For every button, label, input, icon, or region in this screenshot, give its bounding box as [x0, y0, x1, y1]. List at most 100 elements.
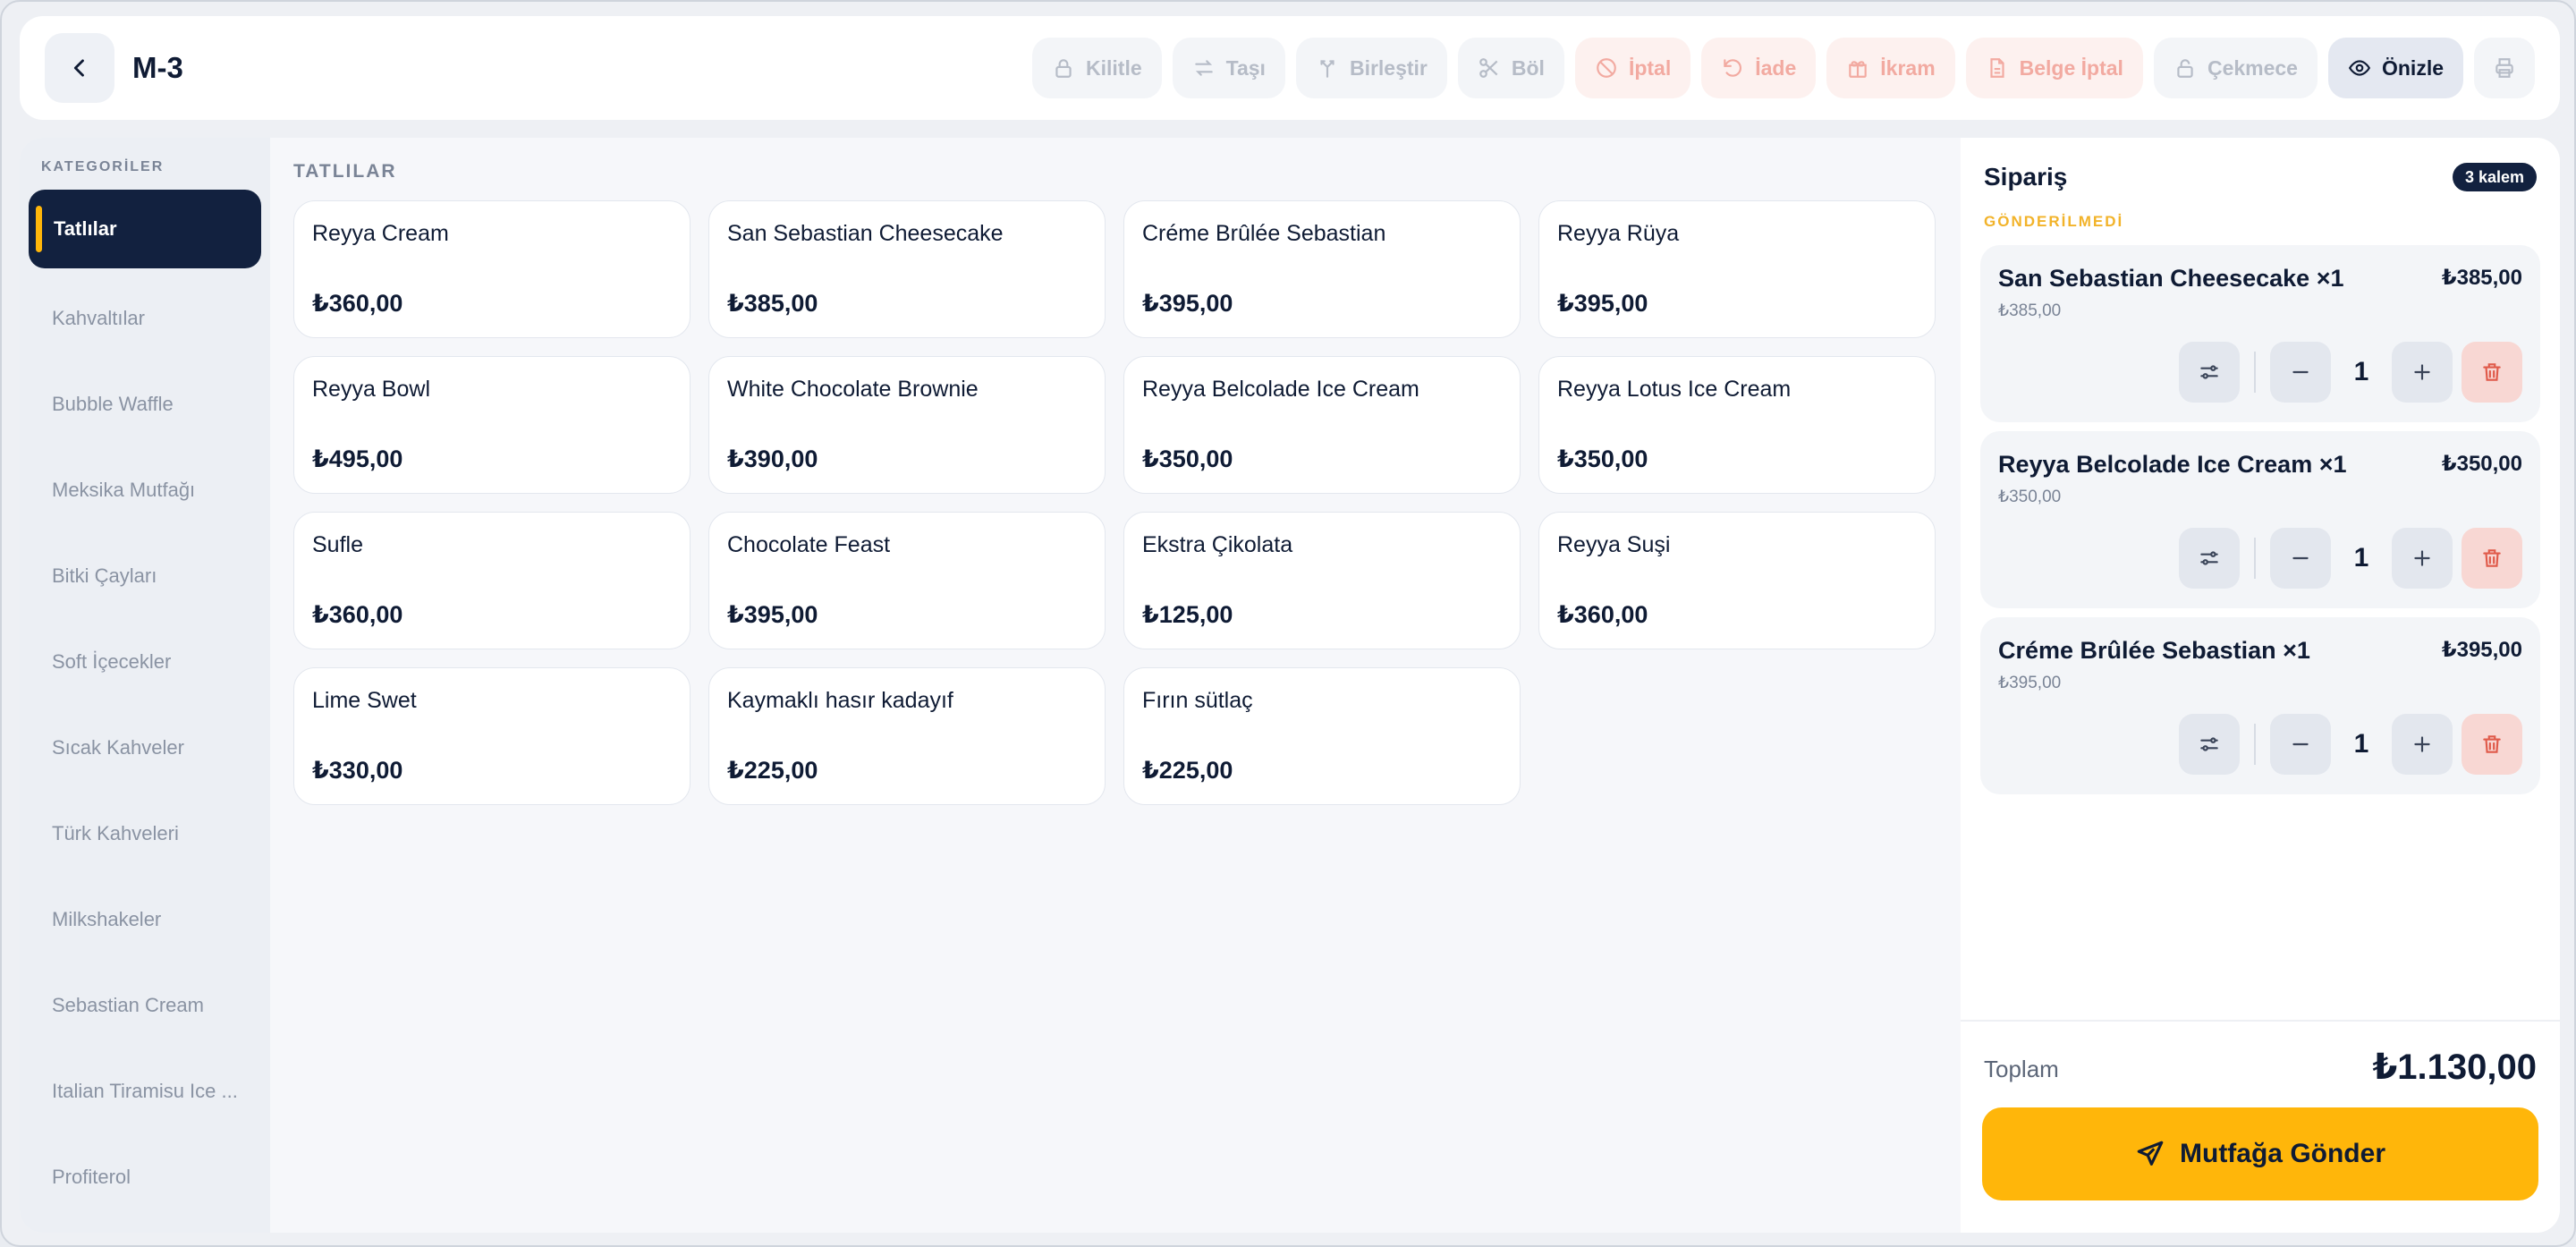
divider — [2254, 724, 2256, 765]
product-card[interactable]: Reyya Cream ₺360,00 — [293, 200, 691, 338]
item-options-button[interactable] — [2179, 714, 2240, 775]
order-item-unit-price: ₺385,00 — [1998, 301, 2062, 320]
product-area: TATLILAR Reyya Cream ₺360,00 San Sebastia… — [270, 138, 1952, 1233]
product-card[interactable]: Lime Swet ₺330,00 — [293, 667, 691, 805]
sidebar-item-tatlilar[interactable]: Tatlılar — [29, 190, 261, 268]
product-price: ₺225,00 — [727, 757, 818, 784]
sidebar-item-bubble-waffle[interactable]: Bubble Waffle — [29, 361, 261, 447]
order-item-unit-price: ₺395,00 — [1998, 674, 2062, 692]
order-item-controls: 1 — [2179, 342, 2522, 403]
product-card[interactable]: Chocolate Feast ₺395,00 — [708, 512, 1106, 649]
order-item: San Sebastian Cheesecake ×1 ₺385,00 ₺385… — [1980, 245, 2540, 422]
increase-button[interactable] — [2392, 342, 2453, 403]
printer-icon — [2496, 58, 2513, 78]
decrease-button[interactable] — [2270, 342, 2331, 403]
order-status: GÖNDERİLMEDİ — [1984, 213, 2124, 230]
product-card[interactable]: Reyya Belcolade Ice Cream ₺350,00 — [1123, 356, 1521, 494]
sidebar-heading: KATEGORİLER — [41, 159, 165, 174]
product-name: Créme Brûlée Sebastian — [1142, 221, 1386, 246]
sliders-icon — [2200, 365, 2218, 379]
decrease-button[interactable] — [2270, 528, 2331, 589]
trash-icon — [2483, 549, 2501, 567]
item-options-button[interactable] — [2179, 342, 2240, 403]
print-button[interactable] — [2474, 38, 2535, 98]
sidebar-item-bitki-caylari[interactable]: Bitki Çayları — [29, 533, 261, 619]
product-card[interactable]: Fırın sütlaç ₺225,00 — [1123, 667, 1521, 805]
minus-icon — [2292, 556, 2309, 560]
order-item-unit-price: ₺350,00 — [1998, 488, 2062, 506]
sidebar-item-milkshakeler[interactable]: Milkshakeler — [29, 877, 261, 963]
item-options-button[interactable] — [2179, 528, 2240, 589]
product-name: Reyya Belcolade Ice Cream — [1142, 377, 1419, 402]
cancel-button[interactable]: İptal — [1574, 38, 1691, 98]
undo-icon — [1724, 59, 1742, 77]
order-panel: Sipariş 3 kalem GÖNDERİLMEDİ San Sebasti… — [1961, 138, 2560, 1233]
delete-item-button[interactable] — [2462, 528, 2522, 589]
quantity-value: 1 — [2353, 543, 2369, 573]
sidebar-item-turk-kahveleri[interactable]: Türk Kahveleri — [29, 791, 261, 877]
preview-button[interactable]: Önizle — [2327, 38, 2463, 98]
refund-label: İade — [1755, 55, 1797, 80]
split-label: Böl — [1511, 55, 1545, 80]
product-card[interactable]: Reyya Suşi ₺360,00 — [1538, 512, 1936, 649]
plus-icon — [2414, 736, 2430, 752]
product-card[interactable]: Reyya Bowl ₺495,00 — [293, 356, 691, 494]
back-button[interactable] — [45, 33, 114, 103]
product-price: ₺360,00 — [1557, 601, 1648, 628]
void-document-button[interactable]: Belge İptal — [1965, 38, 2143, 98]
order-item-controls: 1 — [2179, 714, 2522, 775]
gift-icon — [1849, 61, 1868, 78]
product-name: Sufle — [312, 532, 363, 557]
refund-button[interactable]: İade — [1701, 38, 1817, 98]
order-item-total: ₺350,00 — [2441, 452, 2522, 476]
product-card[interactable]: Ekstra Çikolata ₺125,00 — [1123, 512, 1521, 649]
product-name: Reyya Cream — [312, 221, 449, 246]
split-button[interactable]: Böl — [1457, 38, 1564, 98]
move-button[interactable]: Taşı — [1172, 38, 1285, 98]
swap-icon — [1194, 60, 1213, 76]
order-item-title: Créme Brûlée Sebastian — [1998, 637, 2276, 664]
send-to-kitchen-button[interactable]: Mutfağa Gönder — [1982, 1107, 2538, 1200]
product-card[interactable]: Reyya Rüya ₺395,00 — [1538, 200, 1936, 338]
decrease-button[interactable] — [2270, 714, 2331, 775]
order-title: Sipariş — [1984, 163, 2068, 191]
quantity-value: 1 — [2353, 357, 2369, 386]
merge-button[interactable]: Birleştir — [1295, 38, 1447, 98]
merge-icon — [1320, 60, 1335, 78]
product-price: ₺225,00 — [1142, 757, 1233, 784]
category-heading: TATLILAR — [293, 161, 397, 182]
sidebar-item-sicak-kahveler[interactable]: Sıcak Kahveler — [29, 705, 261, 791]
lock-button[interactable]: Kilitle — [1032, 38, 1162, 98]
product-card[interactable]: Reyya Lotus Ice Cream ₺350,00 — [1538, 356, 1936, 494]
product-card[interactable]: San Sebastian Cheesecake ₺385,00 — [708, 200, 1106, 338]
product-price: ₺395,00 — [727, 601, 818, 628]
product-card[interactable]: Sufle ₺360,00 — [293, 512, 691, 649]
merge-label: Birleştir — [1349, 55, 1428, 80]
sidebar-item-soft-icecekler[interactable]: Soft İçecekler — [29, 619, 261, 705]
delete-item-button[interactable] — [2462, 342, 2522, 403]
product-price: ₺395,00 — [1142, 290, 1233, 317]
drawer-button[interactable]: Çekmece — [2153, 38, 2318, 98]
increase-button[interactable] — [2392, 714, 2453, 775]
order-item-multiplier: ×1 — [2316, 265, 2344, 292]
product-card[interactable]: Créme Brûlée Sebastian ₺395,00 — [1123, 200, 1521, 338]
action-toolbar: Kilitle Taşı Birleştir Böl İptal İade İk… — [1032, 38, 2535, 98]
sidebar-item-profiterol[interactable]: Profiterol — [29, 1134, 261, 1220]
plus-icon — [2414, 550, 2430, 566]
sidebar-item-sebastian-cream[interactable]: Sebastian Cream — [29, 963, 261, 1048]
delete-item-button[interactable] — [2462, 714, 2522, 775]
minus-icon — [2292, 370, 2309, 374]
sidebar-item-kahvaltilar[interactable]: Kahvaltılar — [29, 276, 261, 361]
product-card[interactable]: White Chocolate Brownie ₺390,00 — [708, 356, 1106, 494]
trash-icon — [2483, 363, 2501, 381]
complimentary-button[interactable]: İkram — [1826, 38, 1955, 98]
order-item: Reyya Belcolade Ice Cream ×1 ₺350,00 ₺35… — [1980, 431, 2540, 608]
product-name: White Chocolate Brownie — [727, 377, 979, 402]
total-value: ₺1.130,00 — [2372, 1048, 2537, 1087]
increase-button[interactable] — [2392, 528, 2453, 589]
sidebar-item-italian-tiramisu[interactable]: Italian Tiramisu Ice ... — [29, 1048, 261, 1134]
sidebar-item-meksika-mutfagi[interactable]: Meksika Mutfağı — [29, 447, 261, 533]
product-card[interactable]: Kaymaklı hasır kadayıf ₺225,00 — [708, 667, 1106, 805]
product-name: Ekstra Çikolata — [1142, 532, 1293, 557]
send-label: Mutfağa Gönder — [2180, 1139, 2385, 1168]
